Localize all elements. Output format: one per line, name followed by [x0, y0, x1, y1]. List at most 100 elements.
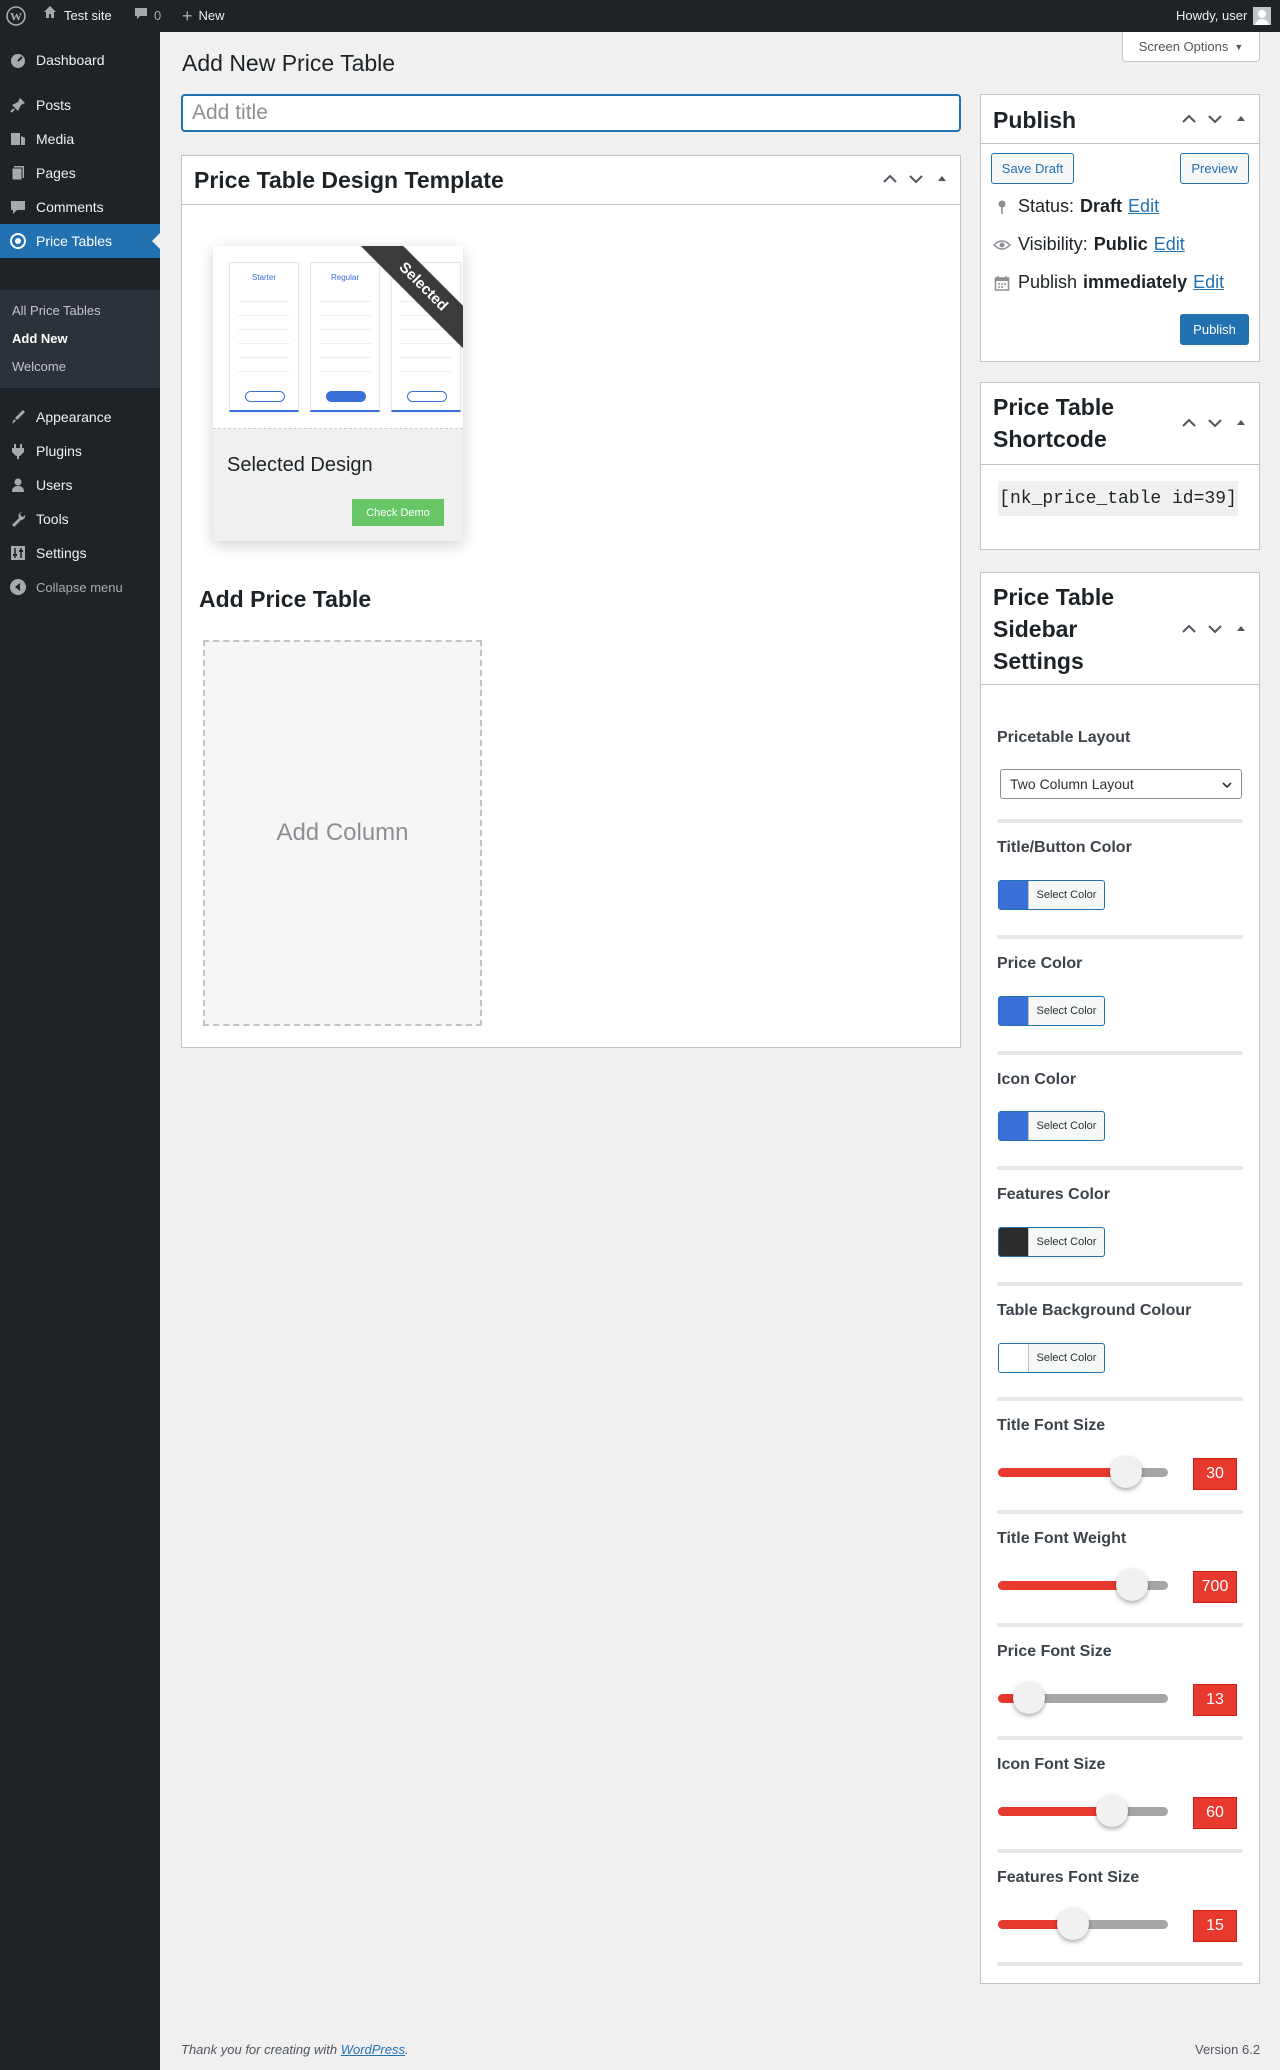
chevron-down-icon[interactable]	[908, 173, 924, 185]
divider	[997, 1849, 1243, 1853]
chevron-down-icon[interactable]	[1207, 417, 1223, 429]
account-menu[interactable]: Howdy, user	[1176, 0, 1272, 32]
shortcode-text[interactable]: [nk_price_table id=39]	[998, 481, 1238, 516]
slider-value-badge: 30	[1193, 1458, 1237, 1490]
sidebar-item-comments[interactable]: Comments	[0, 190, 160, 224]
toggle-triangle-icon[interactable]	[1233, 623, 1249, 635]
chevron-up-icon[interactable]	[1181, 113, 1197, 125]
sidebar-item-settings[interactable]: Settings	[0, 536, 160, 570]
comment-count: 0	[154, 8, 162, 23]
slider-value-badge: 15	[1193, 1910, 1237, 1942]
icon-color-picker[interactable]: Select Color	[998, 1111, 1105, 1141]
add-column-button[interactable]: Add Column	[203, 640, 482, 1026]
settings-icon	[0, 544, 36, 562]
sidebar-item-price-tables[interactable]: Price Tables	[0, 224, 160, 258]
publish-label: Publish	[1018, 272, 1078, 292]
slider-setting-label: Title Font Size	[997, 1417, 1106, 1434]
sidebar-item-label: Comments	[36, 199, 104, 215]
edit-date-link[interactable]: Edit	[1193, 272, 1224, 293]
sidebar-item-label: Appearance	[36, 409, 112, 425]
home-icon	[42, 0, 58, 32]
sidebar-item-users[interactable]: Users	[0, 468, 160, 502]
chevron-up-icon[interactable]	[882, 173, 898, 185]
preview-column: Starter	[229, 262, 299, 412]
slider-handle[interactable]	[1056, 1908, 1089, 1940]
shortcode-heading-line1: Price Table	[993, 394, 1115, 420]
footer-thanks-text: Thank you for creating with	[181, 2042, 338, 2057]
sidebar-item-appearance[interactable]: Appearance	[0, 400, 160, 434]
divider	[997, 819, 1243, 823]
selected-design-card[interactable]: Starter Regular Selected Selected Design…	[213, 246, 463, 541]
tools-icon	[0, 510, 36, 528]
settings-heading-line2: Sidebar	[993, 616, 1078, 642]
preview-column-title: Starter	[251, 273, 276, 282]
wordpress-logo-icon[interactable]: W	[6, 0, 26, 32]
price-font-size-slider[interactable]	[998, 1682, 1168, 1714]
chevron-down-icon[interactable]	[1207, 113, 1223, 125]
wordpress-link[interactable]: WordPress	[341, 2042, 405, 2057]
sidebar-item-media[interactable]: Media	[0, 122, 160, 156]
features-font-size-slider[interactable]	[998, 1908, 1168, 1940]
layout-select[interactable]: Two Column Layout	[1000, 769, 1242, 799]
toggle-triangle-icon[interactable]	[1233, 417, 1249, 429]
svg-text:W: W	[10, 10, 22, 24]
avatar	[1253, 7, 1272, 25]
footer-thanks: Thank you for creating with WordPress.	[181, 2042, 409, 2057]
edit-visibility-link[interactable]: Edit	[1154, 234, 1185, 255]
comments-link[interactable]: 0	[134, 0, 161, 32]
toggle-triangle-icon[interactable]	[934, 173, 950, 185]
submenu-welcome[interactable]: Welcome	[12, 359, 66, 374]
footer-version: Version 6.2	[1195, 2042, 1261, 2057]
settings-heading-line1: Price Table	[993, 584, 1115, 610]
title-font-weight-slider[interactable]	[998, 1569, 1168, 1601]
table-background-color-picker[interactable]: Select Color	[998, 1343, 1105, 1373]
slider-setting-label: Price Font Size	[997, 1643, 1112, 1660]
collapse-menu-button[interactable]: Collapse menu	[0, 570, 160, 604]
admin-bar: W Test site 0 + New Howdy, user	[0, 0, 1280, 32]
preview-button[interactable]: Preview	[1180, 153, 1249, 184]
new-content-link[interactable]: + New	[182, 0, 225, 32]
color-swatch	[999, 881, 1029, 909]
sidebar-item-label: Plugins	[36, 443, 82, 459]
save-draft-button[interactable]: Save Draft	[991, 153, 1074, 184]
title-font-size-slider[interactable]	[998, 1456, 1168, 1488]
edit-status-link[interactable]: Edit	[1128, 196, 1159, 217]
calendar-icon	[992, 275, 1012, 291]
chevron-up-icon[interactable]	[1181, 417, 1197, 429]
submenu-all-price-tables[interactable]: All Price Tables	[12, 303, 101, 318]
submenu-add-new[interactable]: Add New	[12, 331, 68, 346]
slider-handle[interactable]	[1095, 1795, 1128, 1827]
sidebar-item-tools[interactable]: Tools	[0, 502, 160, 536]
color-setting-label: Title/Button Color	[997, 839, 1132, 856]
chevron-down-icon[interactable]	[1207, 623, 1223, 635]
visibility-label: Visibility:	[1018, 234, 1088, 254]
icon-font-size-slider[interactable]	[998, 1795, 1168, 1827]
color-setting-label: Icon Color	[997, 1071, 1077, 1088]
post-title-input[interactable]	[181, 94, 961, 132]
box-handle-actions	[882, 173, 950, 185]
layout-label: Pricetable Layout	[997, 729, 1131, 746]
toggle-triangle-icon[interactable]	[1233, 113, 1249, 125]
visibility-value: Public	[1093, 234, 1148, 254]
publish-button[interactable]: Publish	[1180, 314, 1249, 345]
sidebar-item-dashboard[interactable]: Dashboard	[0, 43, 160, 77]
sidebar-item-posts[interactable]: Posts	[0, 88, 160, 122]
screen-options-button[interactable]: Screen Options ▼	[1122, 32, 1260, 62]
title-button-color-picker[interactable]: Select Color	[998, 880, 1105, 910]
settings-heading-line3: Settings	[993, 648, 1084, 674]
sidebar-item-pages[interactable]: Pages	[0, 156, 160, 190]
divider	[997, 1962, 1243, 1966]
chevron-up-icon[interactable]	[1181, 623, 1197, 635]
slider-handle[interactable]	[1012, 1682, 1045, 1714]
sidebar-item-label: Dashboard	[36, 52, 105, 68]
box-handle-actions	[1181, 417, 1249, 429]
price-color-picker[interactable]: Select Color	[998, 996, 1105, 1026]
publish-heading: Publish	[993, 107, 1077, 133]
sidebar-item-plugins[interactable]: Plugins	[0, 434, 160, 468]
check-demo-button[interactable]: Check Demo	[352, 499, 444, 526]
site-name-link[interactable]: Test site	[42, 0, 112, 32]
features-color-picker[interactable]: Select Color	[998, 1227, 1105, 1257]
design-preview-image: Starter Regular Selected	[213, 246, 463, 429]
plugins-icon	[0, 442, 36, 460]
slider-handle[interactable]	[1109, 1456, 1142, 1488]
